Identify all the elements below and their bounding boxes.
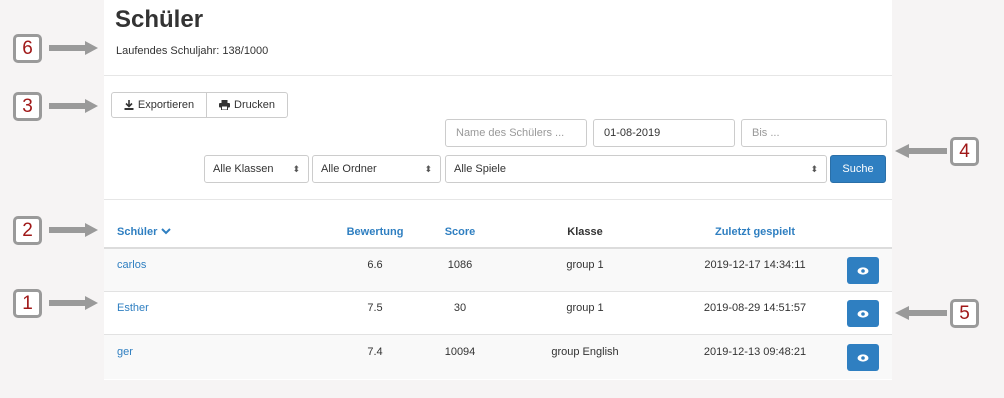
column-header-rating[interactable]: Bewertung xyxy=(330,226,420,238)
date-to-input[interactable]: Bis ... xyxy=(741,119,887,147)
print-button[interactable]: Drucken xyxy=(206,92,288,118)
rating-cell: 6.6 xyxy=(367,259,383,271)
last-played-cell: 2019-08-29 14:51:57 xyxy=(703,302,807,314)
date-from-input[interactable]: 01-08-2019 xyxy=(593,119,735,147)
score-cell: 10094 xyxy=(444,346,476,358)
column-header-class: Klasse xyxy=(567,226,603,238)
view-student-button[interactable] xyxy=(847,344,879,371)
last-played-cell: 2019-12-13 09:48:21 xyxy=(703,346,807,358)
column-header-score[interactable]: Score xyxy=(430,226,490,238)
eye-icon xyxy=(857,349,869,367)
print-label: Drucken xyxy=(234,99,275,111)
chevron-down-icon xyxy=(161,226,172,238)
rating-cell: 7.4 xyxy=(367,346,383,358)
page-title: Schüler xyxy=(115,6,204,33)
game-select[interactable]: Alle Spiele ⬍ xyxy=(445,155,827,183)
column-header-last-played[interactable]: Zuletzt gespielt xyxy=(690,226,820,238)
class-select-value: Alle Klassen xyxy=(213,163,274,175)
student-name-link[interactable]: Esther xyxy=(117,302,149,314)
callout-arrow xyxy=(49,41,98,55)
class-cell: group 1 xyxy=(566,259,604,271)
student-name-input[interactable]: Name des Schülers ... xyxy=(445,119,587,147)
callout-2: 2 xyxy=(13,216,42,245)
select-caret-icon: ⬍ xyxy=(810,163,818,174)
main-panel xyxy=(104,0,892,380)
class-cell: group 1 xyxy=(566,302,604,314)
rating-cell: 7.5 xyxy=(367,302,383,314)
view-student-button[interactable] xyxy=(847,257,879,284)
score-cell: 30 xyxy=(453,302,467,314)
divider xyxy=(104,199,892,200)
callout-3: 3 xyxy=(13,92,42,121)
select-caret-icon: ⬍ xyxy=(292,163,300,174)
class-select[interactable]: Alle Klassen ⬍ xyxy=(204,155,309,183)
divider xyxy=(104,75,892,76)
select-caret-icon: ⬍ xyxy=(424,163,432,174)
search-button[interactable]: Suche xyxy=(830,155,886,183)
export-button[interactable]: Exportieren xyxy=(111,92,207,118)
last-played-cell: 2019-12-17 14:34:11 xyxy=(704,259,806,271)
callout-1: 1 xyxy=(13,289,42,318)
game-select-value: Alle Spiele xyxy=(454,163,506,175)
export-label: Exportieren xyxy=(137,99,195,111)
download-icon xyxy=(124,100,134,110)
student-name-link[interactable]: ger xyxy=(117,346,133,358)
callout-arrow xyxy=(895,306,947,320)
printer-icon xyxy=(219,100,231,110)
student-name-link[interactable]: carlos xyxy=(117,259,146,271)
row-divider xyxy=(104,291,892,292)
eye-icon xyxy=(857,305,869,323)
score-cell: 1086 xyxy=(447,259,473,271)
column-header-student[interactable]: Schüler xyxy=(117,226,172,238)
callout-arrow xyxy=(895,144,947,158)
callout-arrow xyxy=(49,296,98,310)
folder-select[interactable]: Alle Ordner ⬍ xyxy=(312,155,441,183)
callout-4: 4 xyxy=(950,137,979,166)
callout-arrow xyxy=(49,99,98,113)
folder-select-value: Alle Ordner xyxy=(321,163,377,175)
class-cell: group English xyxy=(551,346,619,358)
callout-6: 6 xyxy=(13,34,42,63)
callout-5: 5 xyxy=(950,299,979,328)
view-student-button[interactable] xyxy=(847,300,879,327)
column-header-student-label: Schüler xyxy=(117,226,158,238)
eye-icon xyxy=(857,262,869,280)
school-year-status: Laufendes Schuljahr: 138/1000 xyxy=(116,45,269,57)
callout-arrow xyxy=(49,223,98,237)
